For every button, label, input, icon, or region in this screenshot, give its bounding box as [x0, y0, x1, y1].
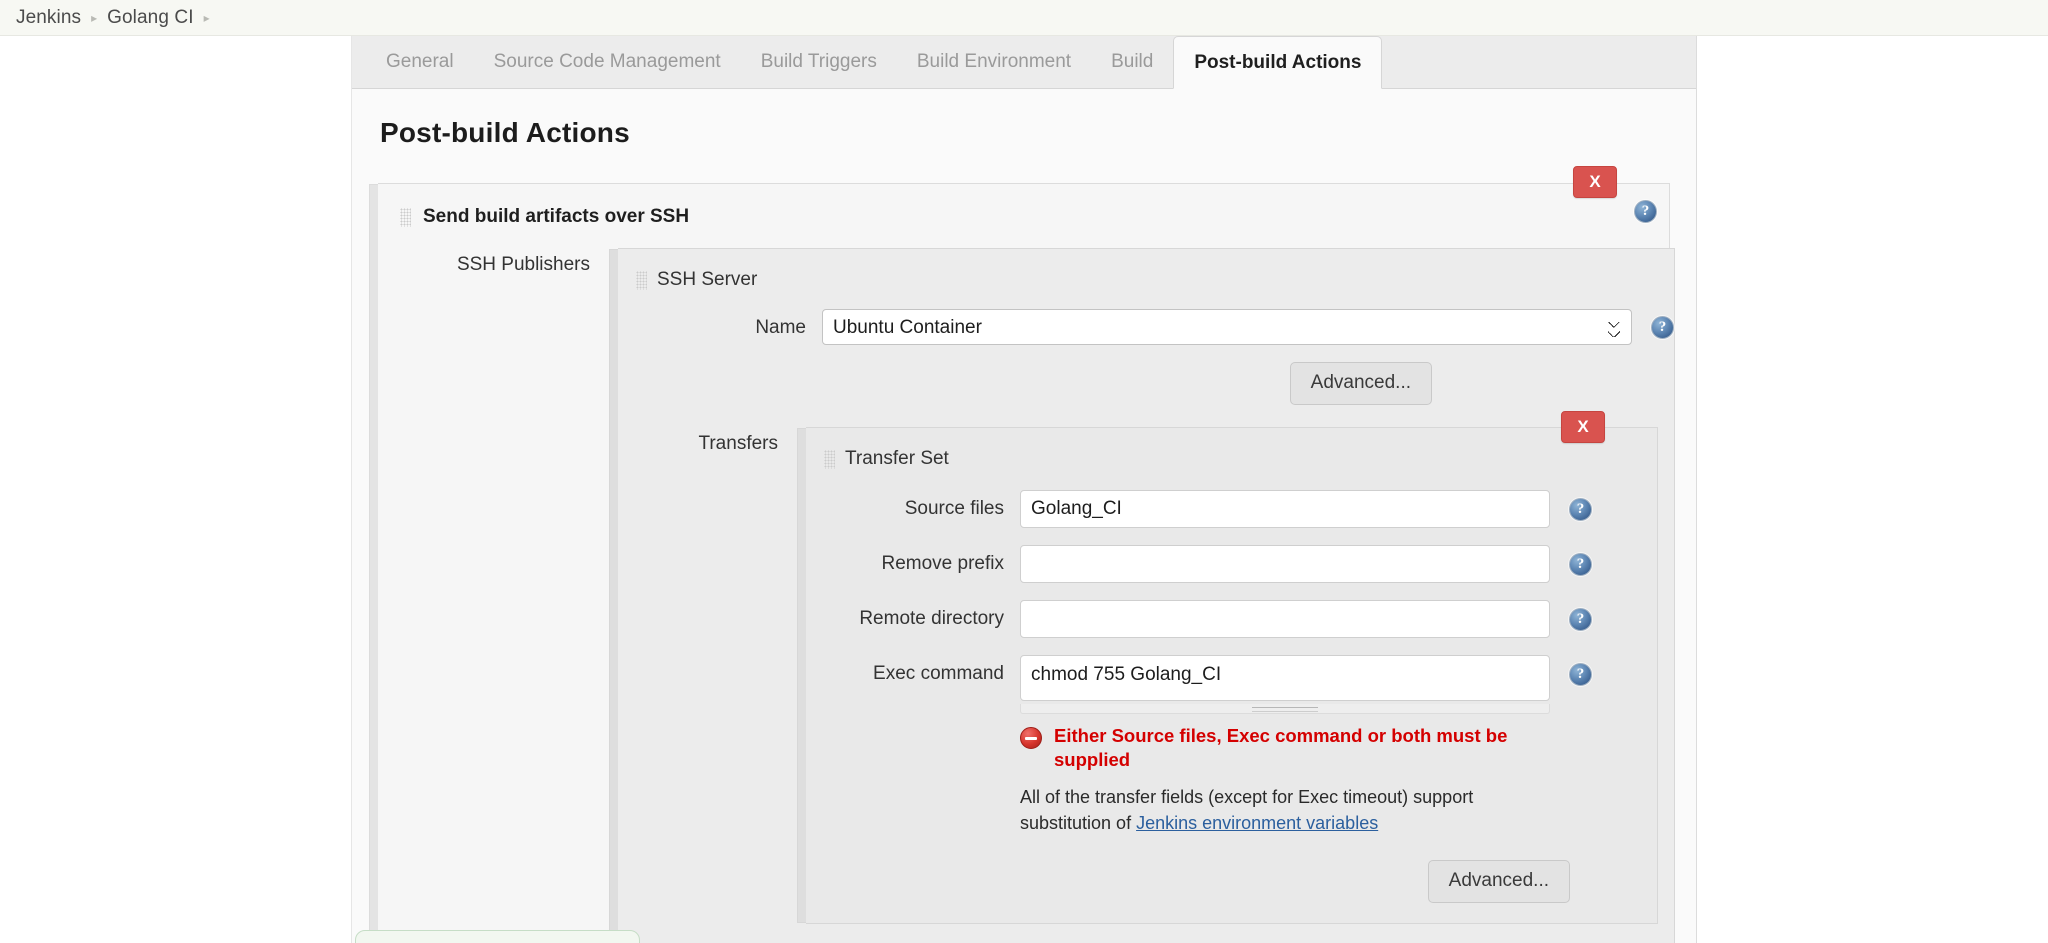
save-apply-bar: Save Apply	[355, 930, 640, 943]
error-no-entry-icon	[1020, 727, 1042, 749]
validation-error-text: Either Source files, Exec command or bot…	[1054, 725, 1508, 770]
transfer-set-advanced-button[interactable]: Advanced...	[1427, 860, 1570, 903]
input-exec-command[interactable]: chmod 755 Golang_CI	[1020, 655, 1550, 701]
transfer-set-1-title-row: Transfer Set	[806, 448, 1657, 470]
transfer-hint: All of the transfer fields (except for E…	[1020, 784, 1530, 836]
drag-handle-icon[interactable]	[636, 270, 647, 290]
exec-command-resize-handle[interactable]	[1020, 704, 1550, 714]
jenkins-environment-variables-link[interactable]: Jenkins environment variables	[1136, 813, 1378, 833]
ssh-server-drag-handle-icon[interactable]	[609, 249, 618, 943]
transfer-set-1-title: Transfer Set	[845, 448, 949, 469]
help-icon-exec-command[interactable]: ?	[1569, 663, 1592, 686]
validation-error: Either Source files, Exec command or bot…	[1020, 724, 1657, 772]
label-source-files: Source files	[904, 498, 1004, 519]
input-source-files[interactable]	[1020, 490, 1550, 528]
field-row-remove-prefix: Remove prefix ?	[824, 545, 1657, 583]
page-title: Post-build Actions	[380, 117, 630, 148]
ssh-server-advanced-button[interactable]: Advanced...	[1289, 362, 1432, 405]
publisher-drag-handle-icon[interactable]	[369, 184, 378, 943]
ssh-server-name-row: Name Ubuntu Container ?	[618, 309, 1674, 345]
breadcrumb: Jenkins Golang CI	[0, 0, 2048, 36]
ssh-server-name-label: Name	[755, 317, 806, 338]
help-icon-remote-directory[interactable]: ?	[1569, 608, 1592, 631]
input-remove-prefix[interactable]	[1020, 545, 1550, 583]
transfers-label: Transfers	[698, 433, 778, 454]
label-remove-prefix: Remove prefix	[881, 553, 1005, 574]
right-gutter	[1697, 36, 2048, 943]
ssh-publishers-row: SSH Publishers SSH Server Name Ubuntu Co…	[378, 248, 1675, 943]
help-icon-publisher[interactable]: ?	[1634, 200, 1657, 223]
ssh-publishers-label: SSH Publishers	[456, 254, 590, 275]
tab-build-triggers[interactable]: Build Triggers	[741, 36, 897, 88]
chevron-right-icon	[81, 12, 107, 24]
transfer-set-1: X Transfer Set Source files Golang_CI ? …	[797, 411, 1658, 924]
left-gutter	[0, 36, 352, 943]
field-row-source-files: Source files ?	[824, 490, 1657, 528]
ssh-server-name-select[interactable]: Ubuntu Container	[822, 309, 1632, 345]
ssh-server-title: SSH Server	[657, 269, 758, 290]
help-icon-source-files[interactable]: ?	[1569, 498, 1592, 521]
drag-handle-icon[interactable]	[824, 449, 835, 469]
label-remote-directory: Remote directory	[859, 608, 1004, 629]
config-body: Post-build Actions X ? Send build artifa…	[352, 89, 1696, 943]
ssh-server-title-row: SSH Server	[618, 269, 1674, 291]
tab-general[interactable]: General	[366, 36, 474, 88]
field-row-exec-command: Exec command chmod 755 Golang_CI ?	[824, 655, 1657, 714]
tab-post-build-actions[interactable]: Post-build Actions	[1173, 36, 1383, 89]
delete-publisher-button[interactable]: X	[1573, 166, 1617, 198]
publisher-block-send-build-artifacts-over-ssh: X ? Send build artifacts over SSH SSH Pu…	[369, 166, 1675, 943]
breadcrumb-item-jenkins[interactable]: Jenkins	[16, 7, 81, 29]
drag-handle-icon[interactable]	[400, 207, 411, 227]
delete-transfer-set-1-button[interactable]: X	[1561, 411, 1605, 443]
transfer-set-drag-handle-icon[interactable]	[797, 428, 806, 923]
publisher-title: Send build artifacts over SSH	[423, 206, 690, 227]
help-icon-remove-prefix[interactable]: ?	[1569, 553, 1592, 576]
config-main-column: General Source Code Management Build Tri…	[352, 36, 1697, 943]
label-exec-command: Exec command	[873, 663, 1004, 684]
chevron-right-icon	[194, 12, 220, 24]
input-remote-directory[interactable]	[1020, 600, 1550, 638]
publisher-title-row: Send build artifacts over SSH	[378, 184, 1669, 228]
config-tab-strip: General Source Code Management Build Tri…	[352, 36, 1696, 89]
tab-build[interactable]: Build	[1091, 36, 1173, 88]
transfers-row: Transfers X Transfer Set Source files Go…	[618, 411, 1674, 943]
ssh-server-panel: SSH Server Name Ubuntu Container ? Advan…	[609, 248, 1675, 943]
tab-build-environment[interactable]: Build Environment	[897, 36, 1091, 88]
help-icon-ssh-server-name[interactable]: ?	[1651, 316, 1674, 339]
tab-source-code-management[interactable]: Source Code Management	[474, 36, 741, 88]
field-row-remote-directory: Remote directory ?	[824, 600, 1657, 638]
breadcrumb-item-golang-ci[interactable]: Golang CI	[107, 7, 193, 29]
